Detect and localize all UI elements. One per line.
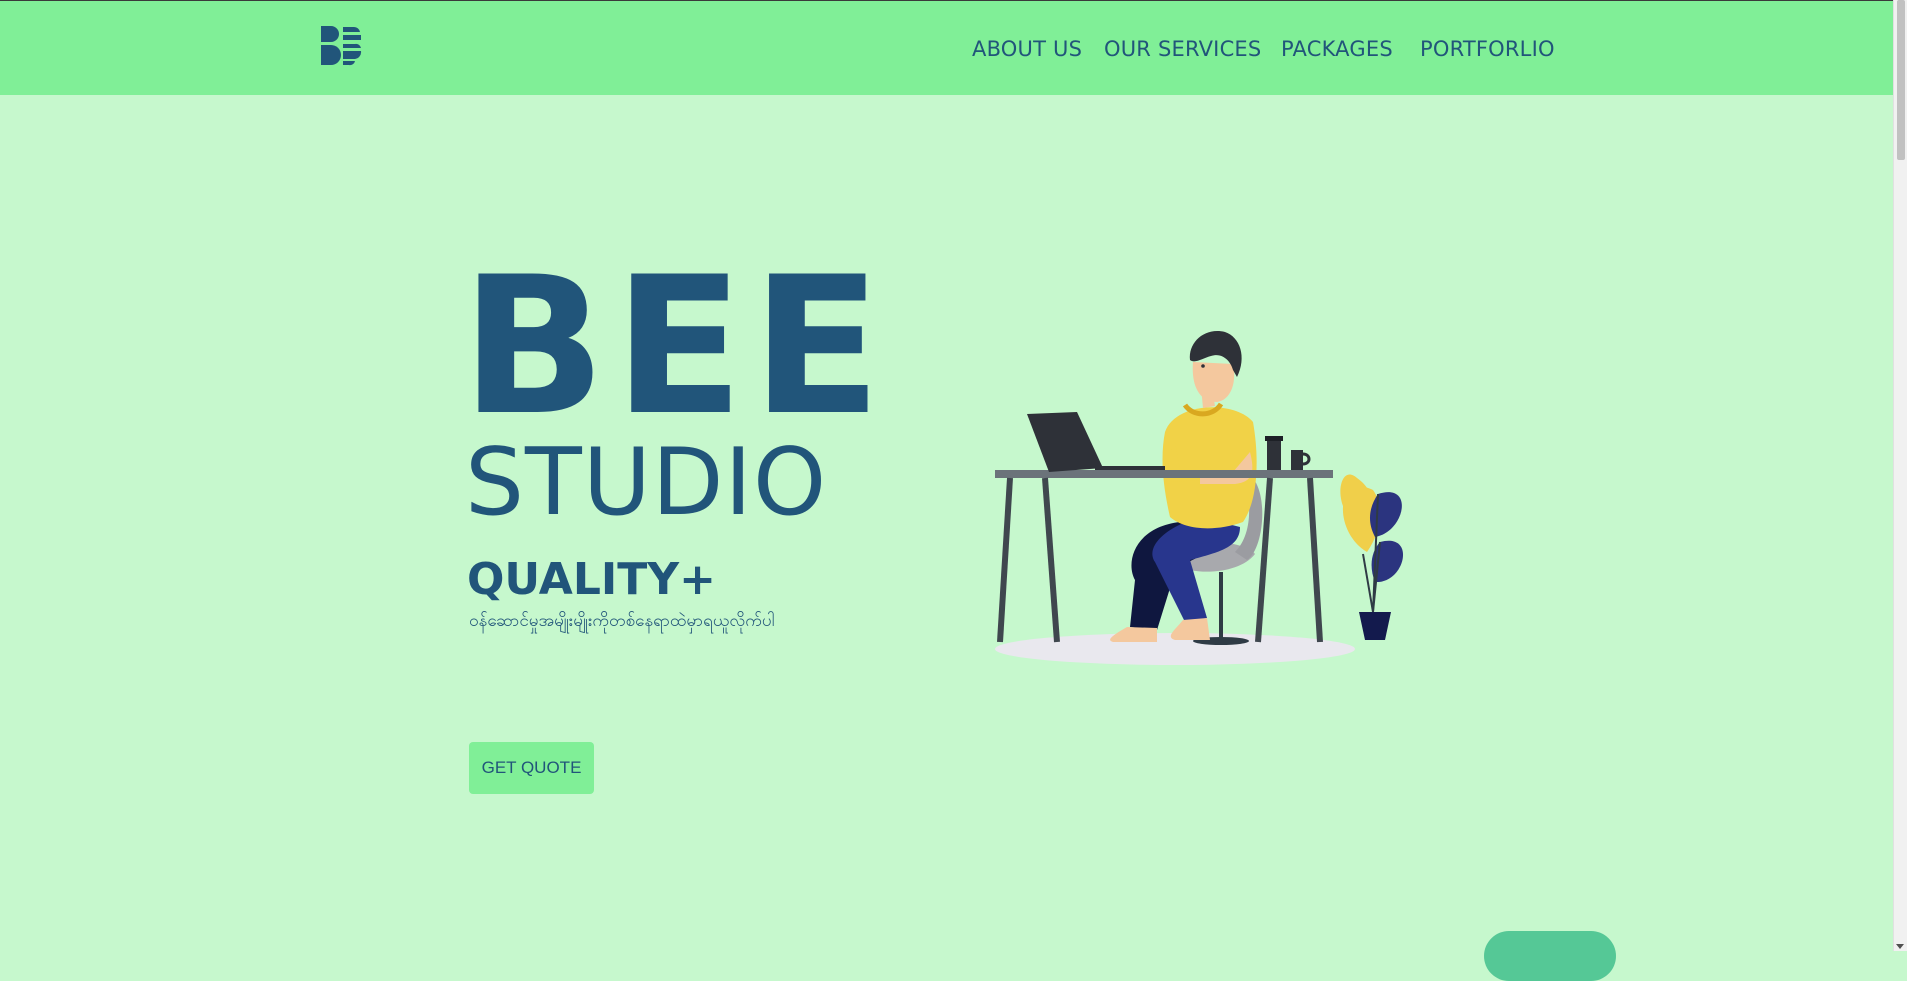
vertical-scrollbar[interactable] [1893,0,1907,951]
hero-tagline: ဝန်ဆောင်မှုအမျိုးမျိုးကိုတစ်နေရာထဲမှာရယူ… [469,611,775,631]
scroll-down-arrow-icon[interactable] [1896,944,1904,949]
top-navbar: ABOUT US OUR SERVICES PACKAGES PORTFORLI… [0,0,1893,95]
bee-studio-logo-icon[interactable] [321,26,362,66]
nav-portfolio[interactable]: PORTFORLIO [1420,37,1555,61]
person-at-desk-illustration-icon [995,331,1404,665]
scrollbar-thumb[interactable] [1897,0,1905,160]
hero-subtitle: QUALITY+ [467,554,716,605]
hero-title-studio: STUDIO [465,428,828,536]
nav-packages[interactable]: PACKAGES [1281,37,1393,61]
get-quote-button[interactable]: GET QUOTE [469,742,594,794]
hero-title-bee: BEE [461,236,890,457]
floating-action-pill[interactable] [1484,931,1616,981]
nav-about-us[interactable]: ABOUT US [972,37,1082,61]
nav-our-services[interactable]: OUR SERVICES [1104,37,1261,61]
